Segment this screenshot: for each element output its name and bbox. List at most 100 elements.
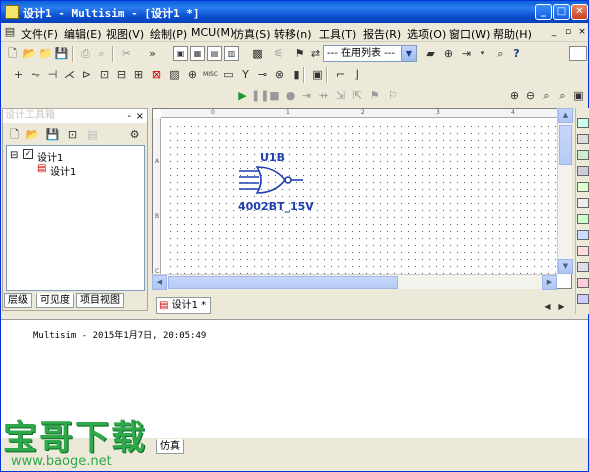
title-bar[interactable]: 设计1 - Multisim - [设计1 *] _ □ ✕	[1, 1, 588, 23]
open-design-icon[interactable]: 📂	[25, 127, 40, 142]
save-design-icon[interactable]: 💾	[45, 127, 60, 142]
menu-options[interactable]: 选项(O)	[407, 26, 446, 42]
canvas-vertical-scrollbar[interactable]: ▲ ▼	[557, 108, 573, 274]
vertical-scroll-thumb[interactable]	[559, 125, 572, 165]
peripherals-icon[interactable]: ▭	[221, 67, 236, 82]
component-view-icon[interactable]: ▣	[173, 46, 188, 61]
pin-icon[interactable]: -	[127, 110, 131, 124]
pause-icon[interactable]: ❚❚	[251, 88, 269, 103]
step-out-icon[interactable]: ⇱	[350, 88, 365, 103]
dropdown-arrow-icon[interactable]: ▾	[475, 46, 490, 61]
menu-reports[interactable]: 报告(R)	[363, 26, 401, 42]
misc-icon[interactable]: MISC	[203, 67, 218, 82]
zoom-out-icon[interactable]: ⊖	[523, 88, 538, 103]
schematic-canvas[interactable]: 0 1 2 3 4 A B C U1B 4002BT_15V	[152, 108, 572, 289]
bode-plotter-icon[interactable]	[577, 198, 589, 208]
distortion-analyzer-icon[interactable]	[577, 294, 589, 304]
menu-mcu[interactable]: MCU(M)	[191, 26, 234, 39]
mdi-restore-icon[interactable]: ▫	[562, 26, 574, 38]
minimize-button[interactable]: _	[535, 4, 552, 20]
canvas-horizontal-scrollbar[interactable]: ◀ ▶	[152, 274, 557, 290]
sheet-properties-icon[interactable]: ⚙	[127, 127, 142, 142]
maximize-button[interactable]: □	[553, 4, 570, 20]
stop-icon[interactable]: ■	[267, 88, 282, 103]
tab-simulation[interactable]: 仿真	[156, 439, 184, 454]
menu-simulate[interactable]: 仿真(S)	[233, 26, 271, 42]
step-over-icon[interactable]: ⇸	[316, 88, 331, 103]
component-ref-label[interactable]: U1B	[260, 151, 285, 164]
electrical-rules-icon[interactable]: ⚑	[292, 46, 307, 61]
bus-icon[interactable]: ⌐	[333, 67, 348, 82]
scroll-right-icon[interactable]: ▶	[542, 275, 557, 290]
back-annotate-icon[interactable]: ⇄	[308, 46, 323, 61]
menu-file[interactable]: 文件(F)	[21, 26, 58, 42]
connector-icon[interactable]: ⌋	[349, 67, 364, 82]
mdi-minimize-icon[interactable]: _	[548, 26, 560, 38]
function-generator-icon[interactable]	[577, 134, 589, 144]
print-icon[interactable]: ⎙	[78, 46, 93, 61]
multisim-live-icon[interactable]: ▰	[423, 46, 438, 61]
electromechanical-icon[interactable]: ⊸	[255, 67, 270, 82]
source-icon[interactable]: +	[11, 67, 26, 82]
tree-item-child[interactable]: 设计1	[50, 163, 76, 178]
menu-help[interactable]: 帮助(H)	[493, 26, 532, 42]
close-button[interactable]: ✕	[571, 4, 588, 20]
logic-converter-icon[interactable]	[577, 262, 589, 272]
component-wizard-icon[interactable]: ⊕	[441, 46, 456, 61]
checkbox-icon[interactable]: ✓	[23, 149, 33, 159]
oscilloscope-icon[interactable]	[577, 166, 589, 176]
run-icon[interactable]: ▶	[235, 88, 250, 103]
word-generator-icon[interactable]	[577, 230, 589, 240]
help-icon[interactable]: ?	[509, 46, 524, 61]
four-channel-oscilloscope-icon[interactable]	[577, 182, 589, 192]
multisim-app-icon[interactable]	[5, 5, 19, 19]
sheet-tab-design1[interactable]: ▤ 设计1 *	[156, 297, 212, 314]
new-file-icon[interactable]: 🗋	[5, 46, 20, 61]
ni-components-icon[interactable]: ⊗	[272, 67, 287, 82]
zoom-fit-icon[interactable]: ⌕	[555, 88, 570, 103]
find-examples-icon[interactable]: ⌕	[493, 46, 508, 61]
cut-icon[interactable]: ✂	[119, 46, 134, 61]
zoom-full-icon[interactable]: ▣	[571, 88, 586, 103]
tab-scroll-left-icon[interactable]: ◀	[540, 299, 555, 314]
menu-edit[interactable]: 编辑(E)	[64, 26, 102, 42]
menu-view[interactable]: 视图(V)	[106, 26, 144, 42]
postprocessor-icon[interactable]: ▥	[224, 46, 239, 61]
rf-icon[interactable]: Y	[238, 67, 253, 82]
ttl-icon[interactable]: ⊡	[97, 67, 112, 82]
tab-scroll-right-icon[interactable]: ▶	[554, 299, 569, 314]
wattmeter-icon[interactable]	[577, 150, 589, 160]
document-menu-icon[interactable]: ▤	[3, 24, 17, 38]
menu-place[interactable]: 绘制(P)	[150, 26, 187, 42]
chevron-down-icon[interactable]: ▼	[401, 46, 416, 61]
component-value-label[interactable]: 4002BT_15V	[238, 200, 314, 213]
logic-analyzer-icon[interactable]	[577, 246, 589, 256]
probe-icon[interactable]: ●	[283, 88, 298, 103]
step-into-icon[interactable]: ⇲	[333, 88, 348, 103]
zoom-in-icon[interactable]: ⊕	[507, 88, 522, 103]
toolbar-overflow-icon[interactable]: »	[145, 46, 160, 61]
in-use-list-select[interactable]: --- 在用列表 --- ▼	[323, 45, 417, 62]
menu-tools[interactable]: 工具(T)	[319, 26, 356, 42]
multimeter-icon[interactable]	[577, 118, 589, 128]
print-preview-icon[interactable]: ⌕	[94, 46, 109, 61]
close-design-icon[interactable]: ⊡	[65, 127, 80, 142]
nor-gate-symbol[interactable]	[237, 161, 307, 197]
zoom-area-icon[interactable]: ⌕	[539, 88, 554, 103]
iv-analyzer-icon[interactable]	[577, 278, 589, 288]
tree-expander-icon[interactable]: ⊟	[10, 150, 18, 161]
grapher-icon[interactable]: ▤	[207, 46, 222, 61]
scroll-left-icon[interactable]: ◀	[152, 275, 167, 290]
close-panel-icon[interactable]: ×	[136, 110, 144, 124]
transistor-icon[interactable]: ⋌	[62, 67, 77, 82]
create-component-icon[interactable]: ⚟	[271, 46, 286, 61]
basic-icon[interactable]: ⏦	[28, 67, 43, 82]
remove-breakpoints-icon[interactable]: ⚐	[385, 88, 400, 103]
cmos-icon[interactable]: ⊟	[114, 67, 129, 82]
breakpoint-icon[interactable]: ⚑	[367, 88, 382, 103]
delete-design-icon[interactable]: ▤	[85, 127, 100, 142]
tab-hierarchy[interactable]: 层级	[4, 293, 32, 308]
open-folder-icon[interactable]: 📂	[22, 46, 37, 61]
new-design-icon[interactable]: 🗋	[7, 127, 22, 142]
step-icon[interactable]: ⇥	[299, 88, 314, 103]
